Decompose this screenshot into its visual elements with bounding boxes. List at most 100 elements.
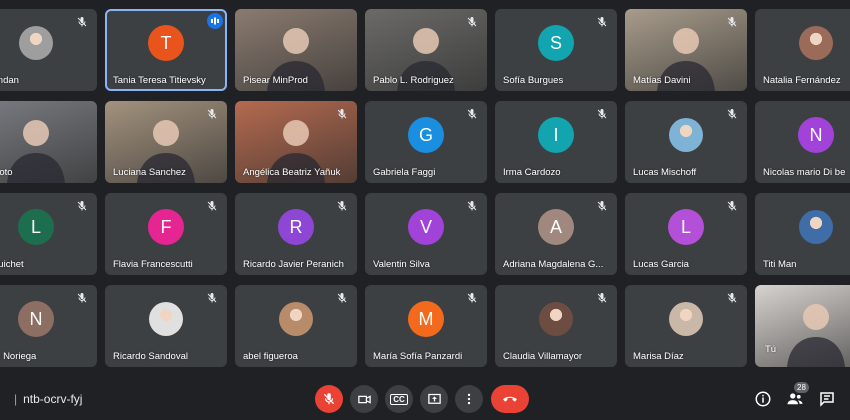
participant-avatar: T bbox=[148, 25, 184, 62]
participant-name: Pablo L. Rodriguez bbox=[373, 75, 454, 86]
mic-off-icon bbox=[595, 291, 609, 305]
mic-off-icon bbox=[595, 107, 609, 121]
participant-avatar: F bbox=[148, 209, 184, 246]
mic-off-icon bbox=[323, 393, 335, 405]
participant-name: Claudia Villamayor bbox=[503, 351, 583, 362]
participant-tile[interactable]: Natalia Fernández bbox=[755, 9, 850, 91]
participant-tile[interactable]: abel figueroa bbox=[235, 285, 357, 367]
info-icon bbox=[755, 391, 771, 407]
participant-avatar: M bbox=[408, 301, 444, 338]
participant-name: o Guichet bbox=[0, 259, 24, 270]
mic-off-icon bbox=[335, 291, 349, 305]
participant-avatar: A bbox=[538, 209, 574, 246]
participant-tile[interactable]: Lo Guichet bbox=[0, 193, 97, 275]
participants-grid: Brandan T Tania Teresa Titievsky Pisear Min… bbox=[0, 0, 850, 380]
participant-avatar bbox=[19, 26, 53, 61]
participant-tile[interactable]: Marisa Díaz bbox=[625, 285, 747, 367]
mic-off-icon bbox=[725, 291, 739, 305]
participant-tile[interactable]: F Flavia Francescutti bbox=[105, 193, 227, 275]
participant-tile[interactable]: I Irma Cardozo bbox=[495, 101, 617, 183]
mic-off-icon bbox=[595, 15, 609, 29]
participant-name: Marisa Díaz bbox=[633, 351, 684, 362]
participant-tile[interactable]: Tú bbox=[755, 285, 850, 367]
participant-name: Pisear MinProd bbox=[243, 75, 308, 86]
participant-tile[interactable]: Ricardo Sandoval bbox=[105, 285, 227, 367]
captions-button[interactable]: CC bbox=[385, 385, 413, 413]
participant-tile[interactable]: Matías Davini bbox=[625, 9, 747, 91]
participant-tile[interactable]: ar Loto bbox=[0, 101, 97, 183]
meeting-code-text: ntb-ocrv-fyj bbox=[23, 392, 83, 406]
mic-off-icon bbox=[75, 199, 89, 213]
participant-avatar: V bbox=[408, 209, 444, 246]
participant-tile[interactable]: V Valentin Silva bbox=[365, 193, 487, 275]
participant-tile[interactable]: Brandan bbox=[0, 9, 97, 91]
chat-button[interactable] bbox=[816, 388, 838, 410]
present-now-button[interactable] bbox=[420, 385, 448, 413]
participant-avatar bbox=[669, 118, 703, 153]
mic-off-icon bbox=[595, 199, 609, 213]
participant-name: Gabriela Faggi bbox=[373, 167, 436, 178]
participant-avatar bbox=[539, 302, 573, 337]
participant-avatar: S bbox=[538, 25, 574, 62]
participant-tile[interactable]: N Nicolas mario Di be bbox=[755, 101, 850, 183]
more-options-button[interactable] bbox=[455, 385, 483, 413]
mic-off-icon bbox=[465, 15, 479, 29]
mic-off-icon bbox=[205, 199, 219, 213]
participant-avatar: R bbox=[278, 209, 314, 246]
participant-avatar: N bbox=[18, 301, 54, 338]
camera-icon bbox=[357, 394, 371, 404]
people-count-badge: 28 bbox=[794, 382, 809, 393]
participant-avatar: N bbox=[798, 117, 834, 154]
participant-avatar: G bbox=[408, 117, 444, 154]
participant-name: Angélica Beatriz Yañuk bbox=[243, 167, 341, 178]
participant-tile[interactable]: M María Sofía Panzardi bbox=[365, 285, 487, 367]
participant-tile[interactable]: Claudia Villamayor bbox=[495, 285, 617, 367]
participant-avatar: L bbox=[18, 209, 54, 246]
participant-tile[interactable]: Nolás Noriega bbox=[0, 285, 97, 367]
participant-name: Tania Teresa Titievsky bbox=[113, 75, 206, 86]
participant-name: Titi Man bbox=[763, 259, 797, 270]
participant-tile[interactable]: L Lucas Garcia bbox=[625, 193, 747, 275]
participant-tile[interactable]: Pisear MinProd bbox=[235, 9, 357, 91]
mic-off-icon bbox=[725, 15, 739, 29]
present-icon bbox=[427, 393, 441, 404]
participant-name: Brandan bbox=[0, 75, 19, 86]
participant-tile[interactable]: S Sofía Burgues bbox=[495, 9, 617, 91]
participant-name: Lucas Garcia bbox=[633, 259, 689, 270]
participant-name: Tú bbox=[765, 344, 777, 355]
mic-off-icon bbox=[725, 199, 739, 213]
participant-tile[interactable]: R Ricardo Javier Peranich bbox=[235, 193, 357, 275]
participant-name: olás Noriega bbox=[0, 351, 37, 362]
participant-avatar: I bbox=[538, 117, 574, 154]
participant-tile[interactable]: Titi Man bbox=[755, 193, 850, 275]
separator: | bbox=[14, 392, 18, 406]
mic-off-icon bbox=[465, 291, 479, 305]
mic-off-icon bbox=[725, 107, 739, 121]
meeting-details-button[interactable] bbox=[752, 388, 774, 410]
participant-tile[interactable]: Lucas Mischoff bbox=[625, 101, 747, 183]
participant-name: Irma Cardozo bbox=[503, 167, 561, 178]
participant-tile[interactable]: Angélica Beatriz Yañuk bbox=[235, 101, 357, 183]
leave-call-button[interactable] bbox=[491, 385, 529, 413]
participant-avatar bbox=[799, 26, 833, 61]
captions-icon: CC bbox=[390, 393, 408, 405]
participant-avatar bbox=[279, 302, 313, 337]
participant-video bbox=[0, 101, 97, 183]
participant-tile[interactable]: T Tania Teresa Titievsky bbox=[105, 9, 227, 91]
participant-name: Sofía Burgues bbox=[503, 75, 564, 86]
participant-tile[interactable]: G Gabriela Faggi bbox=[365, 101, 487, 183]
participant-avatar bbox=[149, 302, 183, 337]
people-button[interactable]: 28 bbox=[784, 382, 809, 410]
participant-tile[interactable]: Pablo L. Rodriguez bbox=[365, 9, 487, 91]
camera-toggle-button[interactable] bbox=[350, 385, 378, 413]
participant-tile[interactable]: Luciana Sanchez bbox=[105, 101, 227, 183]
participant-avatar bbox=[799, 210, 833, 245]
microphone-toggle-button[interactable] bbox=[315, 385, 343, 413]
participant-name: Ricardo Sandoval bbox=[113, 351, 188, 362]
speaking-indicator-icon bbox=[207, 13, 223, 29]
mic-off-icon bbox=[465, 107, 479, 121]
mic-off-icon bbox=[75, 291, 89, 305]
meeting-code: | ntb-ocrv-fyj bbox=[14, 392, 82, 406]
participant-avatar: L bbox=[668, 209, 704, 246]
participant-tile[interactable]: A Adriana Magdalena G... bbox=[495, 193, 617, 275]
